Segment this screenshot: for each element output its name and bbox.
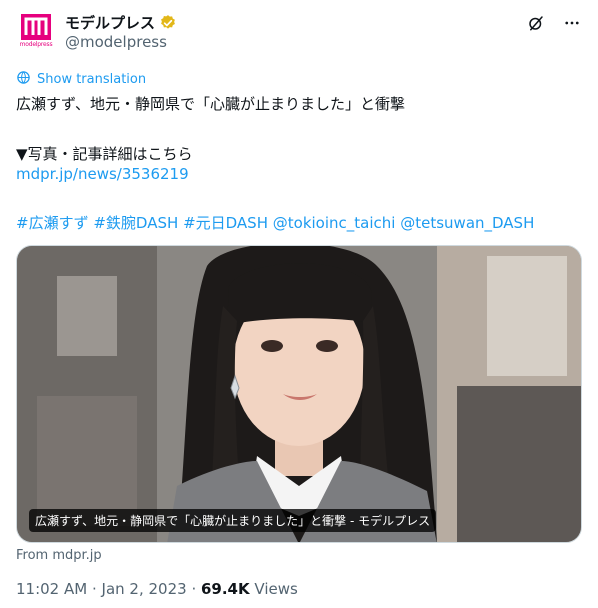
mention-link[interactable]: @tetsuwan_DASH [400,214,534,232]
card-photo [17,246,581,542]
show-translation-button[interactable]: Show translation [16,70,146,89]
meta-separator: · [186,580,201,598]
mention-link[interactable]: @tokioinc_taichi [273,214,396,232]
tweet-text-line-1: 広瀬すず、地元・静岡県で「心臓が止まりました」と衝撃 [16,95,405,113]
account-handle[interactable]: @modelpress [65,33,167,51]
card-caption: 広瀬すず、地元・静岡県で「心臓が止まりました」と衝撃 - モデルプレス [29,509,437,532]
link-card-image[interactable]: 広瀬すず、地元・静岡県で「心臓が止まりました」と衝撃 - モデルプレス [16,245,582,543]
modelpress-logo-icon [21,14,51,40]
tweet-tags-line: #広瀬すず #鉄腕DASH #元日DASH @tokioinc_taichi @… [16,212,534,233]
meta-separator: · [87,580,102,598]
globe-icon [16,70,31,89]
tweet-actions-top [526,13,582,33]
account-name-row[interactable]: モデルプレス [65,12,177,33]
tweet-text-line-2: ▼写真・記事詳細はこちら [16,145,193,163]
show-translation-label: Show translation [37,72,147,87]
tweet-link[interactable]: mdpr.jp/news/3536219 [16,165,189,183]
views-count[interactable]: 69.4K [201,580,250,598]
display-name[interactable]: モデルプレス [65,12,155,33]
tweet-time[interactable]: 11:02 AM [16,580,87,598]
grok-icon[interactable] [526,13,546,33]
card-source[interactable]: From mdpr.jp [16,548,102,563]
tweet-meta: 11:02 AM · Jan 2, 2023 · 69.4K Views [16,580,298,598]
avatar[interactable]: modelpress [16,12,56,52]
views-label: Views [249,580,298,598]
hashtag-link[interactable]: #広瀬すず [16,214,89,232]
tweet-date[interactable]: Jan 2, 2023 [102,580,187,598]
more-icon[interactable] [562,13,582,33]
verified-badge-icon [159,14,177,32]
hashtag-link[interactable]: #鉄腕DASH [93,214,178,232]
logo-text: modelpress [19,41,53,48]
hashtag-link[interactable]: #元日DASH [183,214,268,232]
